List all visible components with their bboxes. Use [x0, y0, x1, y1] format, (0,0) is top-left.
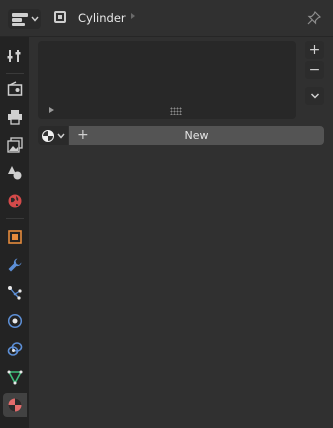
object-icon	[8, 230, 22, 244]
resize-grip-icon[interactable]	[170, 107, 182, 115]
pin-icon[interactable]	[306, 10, 322, 26]
properties-editor-icon	[12, 12, 28, 26]
mesh-data-icon	[7, 370, 23, 385]
constraints-icon	[7, 342, 23, 356]
tab-world[interactable]	[3, 189, 27, 213]
material-sphere-icon	[42, 129, 54, 142]
tab-modifiers[interactable]	[3, 253, 27, 277]
scene-icon	[8, 166, 22, 180]
tab-view-layer[interactable]	[3, 133, 27, 157]
slot-specials-menu-button[interactable]	[305, 87, 324, 105]
properties-tab-bar	[0, 37, 29, 428]
remove-slot-button[interactable]: −	[305, 61, 324, 79]
chevron-down-icon	[310, 93, 319, 99]
material-slot-list[interactable]	[38, 41, 296, 119]
tab-object[interactable]	[3, 225, 27, 249]
tab-constraints[interactable]	[3, 337, 27, 361]
chevron-down-icon	[31, 16, 39, 22]
expand-arrow-icon[interactable]	[49, 107, 54, 113]
tab-physics[interactable]	[3, 309, 27, 333]
tab-material[interactable]	[3, 393, 27, 417]
render-icon	[7, 81, 23, 96]
add-slot-button[interactable]: +	[305, 41, 324, 59]
physics-icon	[7, 313, 23, 329]
breadcrumb-object-name: Cylinder	[78, 11, 126, 25]
breadcrumb-arrow-icon	[131, 13, 135, 19]
world-icon	[8, 194, 22, 208]
tool-icon	[7, 50, 21, 62]
chevron-down-icon	[57, 133, 65, 139]
wrench-icon	[8, 258, 22, 272]
tab-scene[interactable]	[3, 161, 27, 185]
tab-render[interactable]	[3, 77, 27, 101]
material-new-row: + New	[38, 126, 324, 145]
view-layer-icon	[7, 137, 23, 153]
plus-icon: +	[77, 127, 89, 143]
properties-header: Cylinder	[0, 0, 333, 37]
tab-separator	[6, 73, 24, 74]
particles-icon	[8, 286, 22, 300]
tab-particles[interactable]	[3, 281, 27, 305]
new-material-label: New	[184, 129, 209, 142]
tab-output[interactable]	[3, 105, 27, 129]
output-icon	[8, 110, 22, 125]
material-properties-panel: + − + New	[29, 37, 333, 428]
editor-type-button[interactable]	[8, 9, 41, 29]
tab-data[interactable]	[3, 365, 27, 389]
tab-tool[interactable]	[3, 44, 27, 68]
object-data-icon	[54, 11, 66, 23]
tab-separator	[6, 218, 24, 219]
new-material-button[interactable]: + New	[69, 126, 324, 145]
material-icon	[8, 398, 22, 412]
browse-material-button[interactable]	[38, 126, 68, 145]
